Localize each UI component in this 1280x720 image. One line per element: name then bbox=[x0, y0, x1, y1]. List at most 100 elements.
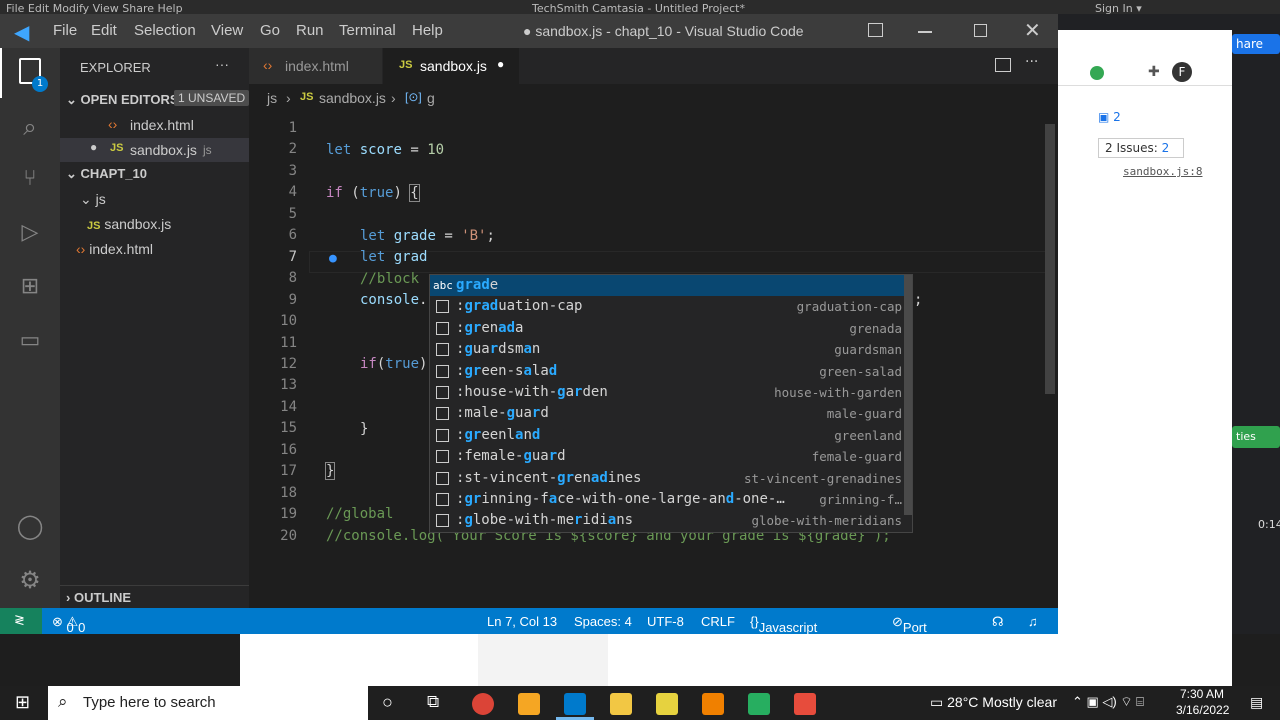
tab-index-html[interactable]: ‹› index.html bbox=[249, 48, 382, 84]
source-link[interactable]: sandbox.js:8 bbox=[1123, 165, 1202, 178]
tree-file-sandbox[interactable]: JS sandbox.js bbox=[87, 216, 171, 232]
menu-go[interactable]: Go bbox=[260, 22, 280, 39]
source-control-icon[interactable]: ⑂ bbox=[14, 166, 46, 198]
messages-badge[interactable]: ▣ 2 bbox=[1098, 110, 1121, 124]
remote-indicator[interactable]: ≷ bbox=[0, 608, 42, 634]
suggestion-item[interactable]: :grinning-face-with-one-large-and-one-… g… bbox=[430, 489, 912, 510]
vscode-taskbar-icon[interactable] bbox=[564, 693, 586, 715]
more-actions-icon[interactable]: ··· bbox=[215, 56, 229, 72]
suggestion-item[interactable]: :guardsman guardsman bbox=[430, 339, 912, 360]
close-icon[interactable]: ✕ bbox=[1024, 18, 1041, 43]
line-number: 20 bbox=[280, 527, 297, 544]
issues-button[interactable]: 2 Issues: 2 bbox=[1098, 138, 1184, 158]
menu-help[interactable]: Help bbox=[412, 22, 443, 39]
suggestion-item[interactable]: :house-with-garden house-with-garden bbox=[430, 382, 912, 403]
remote-explorer-icon[interactable]: ▭ bbox=[14, 328, 46, 360]
windows-start-icon[interactable]: ⊞ bbox=[15, 692, 30, 713]
vlc-icon[interactable] bbox=[702, 693, 724, 715]
media-player-icon[interactable] bbox=[656, 693, 678, 715]
tree-file-index[interactable]: ‹› index.html bbox=[76, 241, 153, 257]
menu-selection[interactable]: Selection bbox=[134, 22, 196, 39]
clock-time[interactable]: 7:30 AM bbox=[1180, 687, 1224, 701]
suggestion-item[interactable]: :globe-with-meridians globe-with-meridian… bbox=[430, 510, 912, 531]
maximize-icon[interactable] bbox=[974, 24, 987, 37]
outline-section[interactable]: › OUTLINE bbox=[66, 590, 131, 605]
split-editor-icon[interactable] bbox=[995, 58, 1011, 72]
suggestion-item[interactable]: abc grade bbox=[430, 275, 912, 297]
file-explorer-icon[interactable] bbox=[610, 693, 632, 715]
suggestion-item[interactable]: :female-guard female-guard bbox=[430, 446, 912, 467]
snippet-icon bbox=[436, 428, 449, 442]
menu-run[interactable]: Run bbox=[296, 22, 324, 39]
weather-widget[interactable]: ▭ 28°C Mostly clear bbox=[930, 694, 1057, 711]
menu-file[interactable]: File bbox=[53, 22, 77, 39]
open-editor-item[interactable]: ‹› index.html bbox=[60, 114, 249, 136]
bell-icon[interactable]: ♫ bbox=[1028, 614, 1038, 629]
extensions-icon[interactable]: ⊞ bbox=[14, 274, 46, 306]
feedback-icon[interactable]: ☊ bbox=[992, 614, 1004, 630]
properties-button[interactable]: ties bbox=[1232, 426, 1280, 448]
problems-indicator[interactable]: ⊗ 0 ⚠ 0 bbox=[52, 614, 85, 635]
run-debug-icon[interactable]: ▷ bbox=[14, 220, 46, 252]
camtasia-recorder-icon[interactable] bbox=[748, 693, 770, 715]
cursor-position[interactable]: Ln 7, Col 13 bbox=[487, 614, 557, 629]
line-number: 18 bbox=[280, 484, 297, 501]
notifications-icon[interactable]: ▤ bbox=[1250, 694, 1263, 711]
breadcrumb-folder[interactable]: js bbox=[267, 90, 277, 106]
line-number: 3 bbox=[288, 162, 297, 179]
suggestion-item[interactable]: :grenada grenada bbox=[430, 318, 912, 339]
tab-sandbox-js[interactable]: JS sandbox.js ● bbox=[383, 48, 519, 84]
suggestion-item[interactable]: :graduation-cap graduation-cap bbox=[430, 296, 912, 317]
suggestion-item[interactable]: :greenland greenland bbox=[430, 425, 912, 446]
account-icon[interactable]: ◯ bbox=[14, 512, 46, 544]
taskbar-search[interactable]: ⌕ Type here to search bbox=[48, 686, 368, 720]
open-editors-section[interactable]: ⌄ OPEN EDITORS bbox=[66, 92, 179, 108]
indentation[interactable]: Spaces: 4 bbox=[574, 614, 632, 629]
menu-edit[interactable]: Edit bbox=[91, 22, 117, 39]
browser-devtools: ✚ F ▣ 2 2 Issues: 2 sandbox.js:8 bbox=[1058, 30, 1232, 634]
suggest-scrollbar[interactable] bbox=[904, 275, 912, 515]
chrome-icon[interactable] bbox=[472, 693, 494, 715]
cortana-icon[interactable]: ○ bbox=[382, 692, 393, 713]
sign-in-link[interactable]: Sign In ▾ bbox=[1095, 2, 1142, 14]
clock-date[interactable]: 3/16/2022 bbox=[1176, 703, 1229, 717]
encoding[interactable]: UTF-8 bbox=[647, 614, 684, 629]
sublime-icon[interactable] bbox=[518, 693, 540, 715]
suggestion-item[interactable]: :st-vincent-grenadines st-vincent-grenadi… bbox=[430, 468, 912, 489]
live-server-port[interactable]: ⊘ Port : 5500 bbox=[892, 614, 932, 665]
lightbulb-icon[interactable]: ● bbox=[329, 251, 337, 266]
tree-folder-js[interactable]: ⌄ js bbox=[80, 191, 106, 208]
snippet-icon bbox=[436, 364, 449, 378]
window-title: ● sandbox.js - chapt_10 - Visual Studio … bbox=[523, 23, 804, 39]
suggestion-item[interactable]: :male-guard male-guard bbox=[430, 403, 912, 424]
code-line: let grade = 'B'; bbox=[360, 228, 495, 244]
menu-terminal[interactable]: Terminal bbox=[339, 22, 396, 39]
puzzle-icon[interactable]: ✚ bbox=[1148, 64, 1160, 80]
line-ending[interactable]: CRLF bbox=[701, 614, 735, 629]
share-button[interactable]: hare bbox=[1232, 34, 1280, 54]
system-tray-icons[interactable]: ⌃ ▣ ◁) ⌔ ⌸ bbox=[1072, 694, 1144, 710]
snippet-icon bbox=[436, 493, 449, 506]
language-mode[interactable]: {} Javascript (Babel) bbox=[750, 614, 817, 650]
breadcrumb-symbol[interactable]: g bbox=[427, 90, 435, 106]
unsaved-dot-icon[interactable]: ● bbox=[497, 57, 504, 71]
extension-icon[interactable] bbox=[1090, 66, 1104, 80]
tree-file-label: sandbox.js bbox=[104, 216, 172, 232]
settings-gear-icon[interactable]: ⚙ bbox=[14, 566, 46, 598]
minimize-icon[interactable] bbox=[918, 31, 932, 33]
camtasia-icon[interactable] bbox=[794, 693, 816, 715]
menu-view[interactable]: View bbox=[211, 22, 243, 39]
unsaved-dot-icon[interactable]: ● bbox=[90, 140, 97, 154]
editor-more-icon[interactable]: ··· bbox=[1025, 54, 1038, 70]
breadcrumb-file[interactable]: sandbox.js bbox=[319, 90, 386, 106]
task-view-icon[interactable]: ⧉ bbox=[427, 692, 439, 712]
suggestion-label: :graduation-cap bbox=[456, 298, 583, 315]
search-icon[interactable]: ⌕ bbox=[14, 113, 46, 145]
suggestion-item[interactable]: :green-salad green-salad bbox=[430, 361, 912, 382]
open-editor-item[interactable]: ● JS sandbox.js js bbox=[60, 138, 249, 162]
profile-avatar[interactable]: F bbox=[1172, 62, 1192, 82]
line-number: 2 bbox=[288, 141, 297, 158]
vertical-scrollbar[interactable] bbox=[1045, 124, 1055, 394]
folder-section[interactable]: ⌄ CHAPT_10 bbox=[66, 166, 147, 182]
layout-icon[interactable] bbox=[868, 23, 883, 37]
